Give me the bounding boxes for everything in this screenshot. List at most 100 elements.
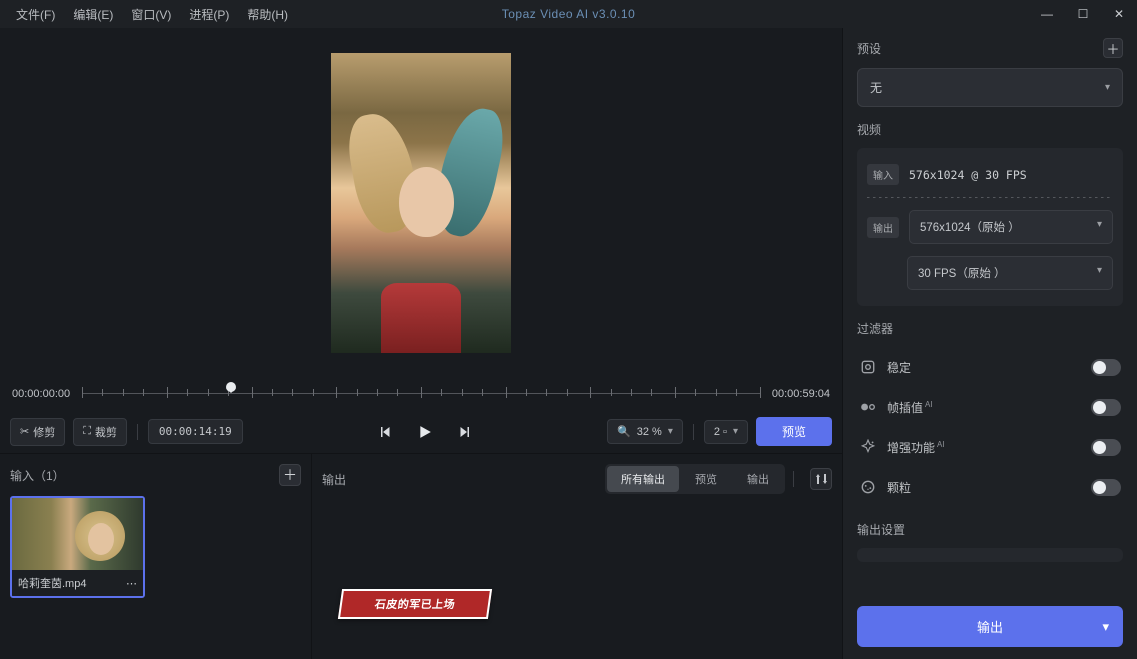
menu-window[interactable]: 窗口(V) bbox=[123, 2, 179, 27]
output-tag: 输出 bbox=[867, 217, 899, 238]
filter-grain: 颗粒 bbox=[857, 467, 1123, 507]
output-panel-title: 输出 bbox=[322, 471, 346, 488]
filter-stabilize: 稳定 bbox=[857, 347, 1123, 387]
interpolation-toggle[interactable] bbox=[1091, 399, 1121, 416]
ai-badge: AI bbox=[925, 400, 933, 409]
add-input-button[interactable]: ＋ bbox=[279, 464, 301, 486]
window-controls: — ☐ ✕ bbox=[1029, 0, 1137, 28]
stabilize-toggle[interactable] bbox=[1091, 359, 1121, 376]
stabilize-label: 稳定 bbox=[887, 359, 1081, 376]
input-thumbnail[interactable]: 哈莉奎茵.mp4 ⋯ bbox=[10, 496, 145, 598]
chevron-down-icon: ▾ bbox=[733, 426, 738, 437]
filters-label: 过滤器 bbox=[857, 320, 893, 337]
export-label: 输出 bbox=[977, 617, 1003, 636]
grain-label: 颗粒 bbox=[887, 479, 1081, 496]
close-button[interactable]: ✕ bbox=[1101, 0, 1137, 28]
input-panel: 输入（1） ＋ 哈莉奎茵.mp4 ⋯ bbox=[0, 454, 312, 659]
video-preview[interactable] bbox=[0, 28, 842, 378]
separator bbox=[693, 424, 694, 440]
add-preset-button[interactable]: ＋ bbox=[1103, 38, 1123, 58]
output-settings-section: 输出设置 bbox=[843, 511, 1137, 566]
left-pane: 00:00:00:00 00:00:59:04 ✂ 修剪 bbox=[0, 28, 842, 659]
thumbnail-more-icon[interactable]: ⋯ bbox=[126, 577, 137, 590]
timeline-row: 00:00:00:00 00:00:59:04 bbox=[0, 378, 842, 410]
presets-section: 预设 ＋ 无 ▾ bbox=[843, 28, 1137, 111]
minimize-button[interactable]: — bbox=[1029, 0, 1065, 28]
crop-button[interactable]: ⛶ 裁剪 bbox=[73, 418, 127, 446]
title-bar: 文件(F) 编辑(E) 窗口(V) 进程(P) 帮助(H) Topaz Vide… bbox=[0, 0, 1137, 28]
video-frame bbox=[331, 53, 511, 353]
chevron-down-icon: ▾ bbox=[1102, 619, 1109, 635]
video-label: 视频 bbox=[857, 121, 881, 138]
video-section: 视频 输入 576x1024 @ 30 FPS 输出 576x1024（原始 ）… bbox=[843, 111, 1137, 310]
next-frame-button[interactable] bbox=[456, 423, 474, 441]
output-resolution-select[interactable]: 576x1024（原始 ） ▾ bbox=[909, 210, 1113, 244]
play-button[interactable] bbox=[416, 423, 434, 441]
controls-row: ✂ 修剪 ⛶ 裁剪 00:00:14:19 bbox=[0, 410, 842, 454]
separator bbox=[137, 424, 138, 440]
zoom-value: 32 % bbox=[637, 426, 662, 438]
right-panel: 预设 ＋ 无 ▾ 视频 输入 576x1024 @ 30 FPS bbox=[842, 28, 1137, 659]
right-panel-footer: 输出 ▾ bbox=[843, 594, 1137, 659]
divider bbox=[867, 197, 1113, 198]
grain-toggle[interactable] bbox=[1091, 479, 1121, 496]
output-res-value: 576x1024（原始 ） bbox=[920, 219, 1020, 235]
zoom-dropdown[interactable]: 🔍 32 % ▾ bbox=[607, 419, 683, 444]
tab-all-outputs[interactable]: 所有输出 bbox=[607, 466, 679, 492]
current-timecode[interactable]: 00:00:14:19 bbox=[148, 419, 243, 444]
filter-enhance: 增强功能AI bbox=[857, 427, 1123, 467]
grid-value: 2 ▫ bbox=[714, 426, 727, 438]
interpolation-label: 帧插值AI bbox=[887, 399, 1081, 416]
io-row: 输入（1） ＋ 哈莉奎茵.mp4 ⋯ 输出 bbox=[0, 454, 842, 659]
output-panel: 输出 所有输出 预览 输出 石皮的军已上场 bbox=[312, 454, 842, 659]
timeline-track[interactable] bbox=[82, 385, 760, 403]
filters-section: 过滤器 稳定 帧插值AI bbox=[843, 310, 1137, 511]
grain-icon bbox=[859, 478, 877, 496]
enhance-label: 增强功能AI bbox=[887, 439, 1081, 456]
chevron-down-icon: ▾ bbox=[668, 426, 673, 437]
preset-select[interactable]: 无 ▾ bbox=[857, 68, 1123, 107]
tab-output[interactable]: 输出 bbox=[733, 466, 783, 492]
menu-help[interactable]: 帮助(H) bbox=[239, 2, 296, 27]
output-settings-box[interactable] bbox=[857, 548, 1123, 562]
crop-label: 裁剪 bbox=[95, 424, 117, 440]
separator bbox=[793, 471, 794, 487]
timeline-playhead[interactable] bbox=[226, 382, 236, 392]
main-area: 00:00:00:00 00:00:59:04 ✂ 修剪 bbox=[0, 28, 1137, 659]
menu-process[interactable]: 进程(P) bbox=[181, 2, 237, 27]
enhance-toggle[interactable] bbox=[1091, 439, 1121, 456]
menu-bar: 文件(F) 编辑(E) 窗口(V) 进程(P) 帮助(H) bbox=[0, 2, 296, 27]
input-panel-title: 输入（1） bbox=[10, 467, 65, 484]
thumbnail-image bbox=[12, 498, 143, 570]
interpolation-icon bbox=[859, 398, 877, 416]
trim-label: 修剪 bbox=[33, 424, 55, 440]
export-button[interactable]: 输出 ▾ bbox=[857, 606, 1123, 647]
menu-edit[interactable]: 编辑(E) bbox=[65, 2, 121, 27]
scissors-icon: ✂ bbox=[20, 425, 29, 438]
presets-label: 预设 bbox=[857, 40, 881, 57]
sort-button[interactable] bbox=[810, 468, 832, 490]
output-fps-value: 30 FPS（原始 ） bbox=[918, 265, 1006, 281]
preset-value: 无 bbox=[870, 79, 882, 96]
grid-dropdown[interactable]: 2 ▫ ▾ bbox=[704, 420, 748, 444]
playback-controls bbox=[376, 423, 474, 441]
stabilize-icon bbox=[859, 358, 877, 376]
input-tag: 输入 bbox=[867, 164, 899, 185]
menu-file[interactable]: 文件(F) bbox=[8, 2, 63, 27]
chevron-down-icon: ▾ bbox=[1097, 219, 1102, 235]
output-fps-select[interactable]: 30 FPS（原始 ） ▾ bbox=[907, 256, 1113, 290]
preview-button[interactable]: 预览 bbox=[756, 417, 832, 446]
prev-frame-button[interactable] bbox=[376, 423, 394, 441]
watermark-stamp: 石皮的军已上场 bbox=[338, 589, 492, 619]
output-settings-label: 输出设置 bbox=[857, 521, 905, 538]
crop-icon: ⛶ bbox=[83, 425, 91, 438]
chevron-down-icon: ▾ bbox=[1097, 265, 1102, 281]
trim-button[interactable]: ✂ 修剪 bbox=[10, 418, 65, 446]
maximize-button[interactable]: ☐ bbox=[1065, 0, 1101, 28]
input-resolution: 576x1024 @ 30 FPS bbox=[909, 168, 1027, 182]
timecode-start: 00:00:00:00 bbox=[12, 388, 70, 400]
filter-interpolation: 帧插值AI bbox=[857, 387, 1123, 427]
timecode-end: 00:00:59:04 bbox=[772, 388, 830, 400]
tab-preview[interactable]: 预览 bbox=[681, 466, 731, 492]
zoom-icon: 🔍 bbox=[617, 425, 631, 438]
